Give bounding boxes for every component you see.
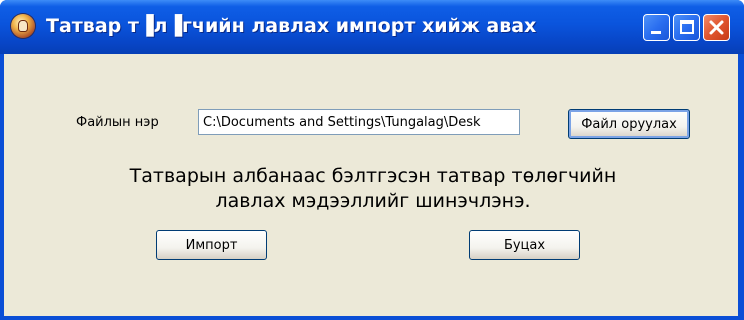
app-icon[interactable] — [11, 14, 35, 38]
title-bar[interactable]: Татвар т▐л▐гчийн лавлах импорт хийж авах — [0, 0, 744, 54]
info-message: Татварын албанаас бэлтгэсэн татвар төлөг… — [44, 164, 702, 214]
dialog-client-area: Файлын нэр Файл оруулах Татварын албанаа… — [4, 54, 738, 316]
file-path-field[interactable] — [198, 109, 520, 135]
minimize-icon — [651, 31, 661, 34]
dialog-window: Татвар т▐л▐гчийн лавлах импорт хийж авах… — [0, 0, 744, 320]
info-message-line-2: лавлах мэдээллийг шинэчлэнэ. — [215, 190, 531, 212]
file-path-input[interactable] — [199, 110, 519, 134]
close-button[interactable] — [703, 14, 730, 41]
maximize-button[interactable] — [673, 14, 700, 41]
back-button[interactable]: Буцах — [469, 230, 580, 260]
import-button[interactable]: Импорт — [156, 230, 267, 260]
close-icon — [709, 20, 724, 35]
info-message-line-1: Татварын албанаас бэлтгэсэн татвар төлөг… — [129, 165, 617, 187]
file-name-label: Файлын нэр — [76, 115, 159, 130]
window-title: Татвар т▐л▐гчийн лавлах импорт хийж авах — [46, 15, 537, 37]
maximize-icon — [680, 20, 694, 34]
minimize-button[interactable] — [643, 14, 670, 41]
browse-file-button[interactable]: Файл оруулах — [568, 109, 690, 139]
